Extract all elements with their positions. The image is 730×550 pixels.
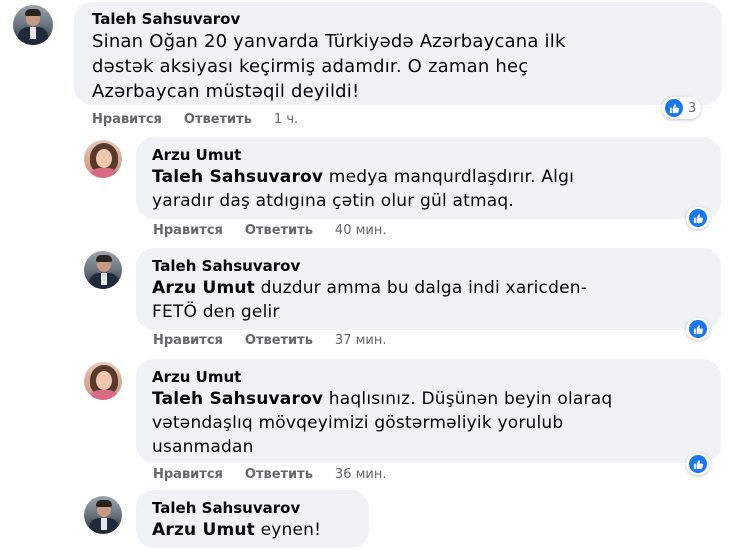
reply-4: Taleh Sahsuvarov Arzu Umut eynen! <box>0 490 730 550</box>
reaction-count[interactable] <box>686 207 710 229</box>
timestamp[interactable]: 37 мин. <box>335 333 387 348</box>
comment-text: Sinan Oğan 20 yanvarda Türkiyədə Azərbay… <box>92 31 566 102</box>
like-link[interactable]: Нравится <box>92 112 162 127</box>
like-count: 3 <box>688 100 697 116</box>
comment-1: Taleh Sahsuvarov Sinan Oğan 20 yanvarda … <box>0 0 730 130</box>
reply-link[interactable]: Ответить <box>184 112 252 127</box>
timestamp[interactable]: 36 мин. <box>335 467 387 482</box>
timestamp[interactable]: 1 ч. <box>274 112 298 127</box>
avatar[interactable] <box>84 496 122 534</box>
comment-actions: Нравится Ответить 1 ч. <box>92 112 320 127</box>
comment-actions: Нравится Ответить 37 мин. <box>153 333 408 348</box>
comment-author[interactable]: Arzu Umut <box>152 146 707 165</box>
comment-bubble: Taleh Sahsuvarov Arzu Umut duzdur amma b… <box>136 248 721 330</box>
comment-actions: Нравится Ответить 40 мин. <box>153 223 408 238</box>
like-link[interactable]: Нравится <box>153 223 223 238</box>
comment-author[interactable]: Arzu Umut <box>152 368 707 387</box>
avatar[interactable] <box>84 251 122 289</box>
thumbs-up-icon <box>689 320 707 338</box>
mention-link[interactable]: Arzu Umut <box>152 278 255 298</box>
thumbs-up-icon <box>689 455 707 473</box>
like-link[interactable]: Нравится <box>153 333 223 348</box>
thumbs-up-icon <box>689 209 707 227</box>
avatar[interactable] <box>84 140 122 178</box>
comment-bubble: Taleh Sahsuvarov Sinan Oğan 20 yanvarda … <box>74 2 722 105</box>
thumbs-up-icon <box>665 99 683 117</box>
like-link[interactable]: Нравится <box>153 467 223 482</box>
comment-bubble: Arzu Umut Taleh Sahsuvarov medya manqurd… <box>136 137 721 219</box>
reaction-count[interactable]: 3 <box>662 97 702 119</box>
timestamp[interactable]: 40 мин. <box>335 223 387 238</box>
comment-bubble: Arzu Umut Taleh Sahsuvarov haqlısınız. D… <box>136 359 721 463</box>
mention-link[interactable]: Taleh Sahsuvarov <box>152 167 323 187</box>
comment-text: Taleh Sahsuvarov medya manqurdlaşdırır. … <box>152 167 575 211</box>
reaction-count[interactable] <box>686 318 710 340</box>
reply-3: Arzu Umut Taleh Sahsuvarov haqlısınız. D… <box>0 357 730 487</box>
comment-bubble: Taleh Sahsuvarov Arzu Umut eynen! <box>136 490 369 548</box>
reply-link[interactable]: Ответить <box>245 333 313 348</box>
reaction-count[interactable] <box>686 453 710 475</box>
reply-link[interactable]: Ответить <box>245 223 313 238</box>
reply-2: Taleh Sahsuvarov Arzu Umut duzdur amma b… <box>0 246 730 356</box>
comment-actions: Нравится Ответить 36 мин. <box>153 467 408 482</box>
comment-text: Arzu Umut eynen! <box>152 520 322 540</box>
comment-author[interactable]: Taleh Sahsuvarov <box>152 257 707 276</box>
reply-link[interactable]: Ответить <box>245 467 313 482</box>
comment-author[interactable]: Taleh Sahsuvarov <box>152 499 355 518</box>
comment-author[interactable]: Taleh Sahsuvarov <box>92 10 708 29</box>
reply-1: Arzu Umut Taleh Sahsuvarov medya manqurd… <box>0 135 730 245</box>
comment-text: Arzu Umut duzdur amma bu dalga indi xari… <box>152 278 588 322</box>
avatar[interactable] <box>84 362 122 400</box>
mention-link[interactable]: Taleh Sahsuvarov <box>152 389 323 409</box>
comment-text: Taleh Sahsuvarov haqlısınız. Düşünən bey… <box>152 389 613 457</box>
avatar[interactable] <box>13 5 53 45</box>
mention-link[interactable]: Arzu Umut <box>152 520 255 540</box>
